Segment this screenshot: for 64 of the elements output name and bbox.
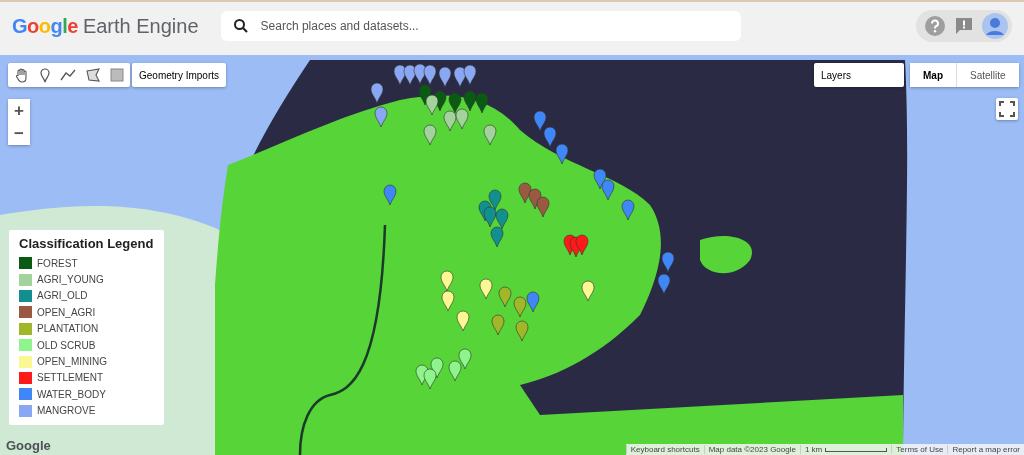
map-pin-icon[interactable] xyxy=(581,281,595,303)
map-data-text: Map data ©2023 Google xyxy=(703,445,800,454)
map-pin-icon[interactable] xyxy=(463,65,477,87)
legend-label: OLD SCRUB xyxy=(37,339,96,351)
legend-title: Classification Legend xyxy=(19,236,155,251)
map-pin-icon[interactable] xyxy=(575,235,589,257)
fullscreen-button[interactable] xyxy=(996,98,1018,120)
map-pin-icon[interactable] xyxy=(418,85,432,107)
map-pin-icon[interactable] xyxy=(370,83,384,105)
legend-label: AGRI_OLD xyxy=(37,290,88,302)
legend-label: FOREST xyxy=(37,257,78,269)
hand-icon[interactable] xyxy=(14,67,30,83)
search-field[interactable]: Search places and datasets... xyxy=(220,11,741,41)
map-pin-icon[interactable] xyxy=(601,180,615,202)
map-attribution-logo: Google xyxy=(6,438,51,453)
avatar-icon[interactable] xyxy=(982,13,1008,39)
map-pin-icon[interactable] xyxy=(657,274,671,296)
geometry-imports-button[interactable]: Geometry Imports xyxy=(132,63,227,87)
app-logo[interactable]: Google Earth Engine xyxy=(12,14,199,38)
map-pin-icon[interactable] xyxy=(533,111,547,133)
map-pin-icon[interactable] xyxy=(425,95,439,117)
map-pin-icon[interactable] xyxy=(479,279,493,301)
feedback-icon[interactable] xyxy=(954,16,974,36)
legend-label: MANGROVE xyxy=(37,405,96,417)
terms-link[interactable]: Terms of Use xyxy=(891,445,948,454)
map-pin-icon[interactable] xyxy=(536,197,550,219)
map-pin-icon[interactable] xyxy=(453,67,467,89)
report-error-link[interactable]: Report a map error xyxy=(947,445,1024,454)
pin-icon[interactable] xyxy=(39,67,51,83)
map-pin-icon[interactable] xyxy=(441,291,455,313)
map-pin-icon[interactable] xyxy=(423,369,437,391)
zoom-out-button[interactable]: − xyxy=(8,122,30,145)
legend-label: SETTLEMENT xyxy=(37,372,104,384)
legend-label: OPEN_AGRI xyxy=(37,306,96,318)
scale-bar: 1 km xyxy=(799,445,892,454)
map-pin-icon[interactable] xyxy=(475,93,489,115)
map-pin-icon[interactable] xyxy=(593,169,607,191)
map-pin-icon[interactable] xyxy=(483,207,497,229)
layers-dropdown[interactable]: Layers xyxy=(814,63,904,87)
map-pin-icon[interactable] xyxy=(528,189,542,211)
map-pin-icon[interactable] xyxy=(403,65,417,87)
map-pin-icon[interactable] xyxy=(456,311,470,333)
map-pin-icon[interactable] xyxy=(413,64,427,86)
legend-label: WATER_BODY xyxy=(37,388,106,400)
map-type-tab[interactable]: Satellite xyxy=(957,63,1019,87)
legend-label: PLANTATION xyxy=(37,323,99,335)
help-icon[interactable] xyxy=(924,15,946,37)
legend-label: OPEN_MINING xyxy=(37,356,107,368)
legend-label: AGRI_YOUNG xyxy=(37,274,104,286)
map-pin-icon[interactable] xyxy=(661,252,675,274)
line-icon[interactable] xyxy=(60,68,76,82)
map-pin-icon[interactable] xyxy=(543,127,557,149)
map-pin-icon[interactable] xyxy=(393,65,407,87)
map-pin-icon[interactable] xyxy=(438,67,452,89)
map-pin-icon[interactable] xyxy=(448,93,462,115)
map-pin-icon[interactable] xyxy=(555,144,569,166)
map-pin-icon[interactable] xyxy=(518,183,532,205)
map-type-tab[interactable]: Map xyxy=(910,63,957,87)
map-pin-icon[interactable] xyxy=(440,271,454,293)
zoom-in-button[interactable]: + xyxy=(8,99,30,122)
map-pin-icon[interactable] xyxy=(423,65,437,87)
keyboard-shortcuts-link[interactable]: Keyboard shortcuts xyxy=(625,445,704,454)
polygon-icon[interactable] xyxy=(85,68,101,82)
map-pin-icon[interactable] xyxy=(463,91,477,113)
